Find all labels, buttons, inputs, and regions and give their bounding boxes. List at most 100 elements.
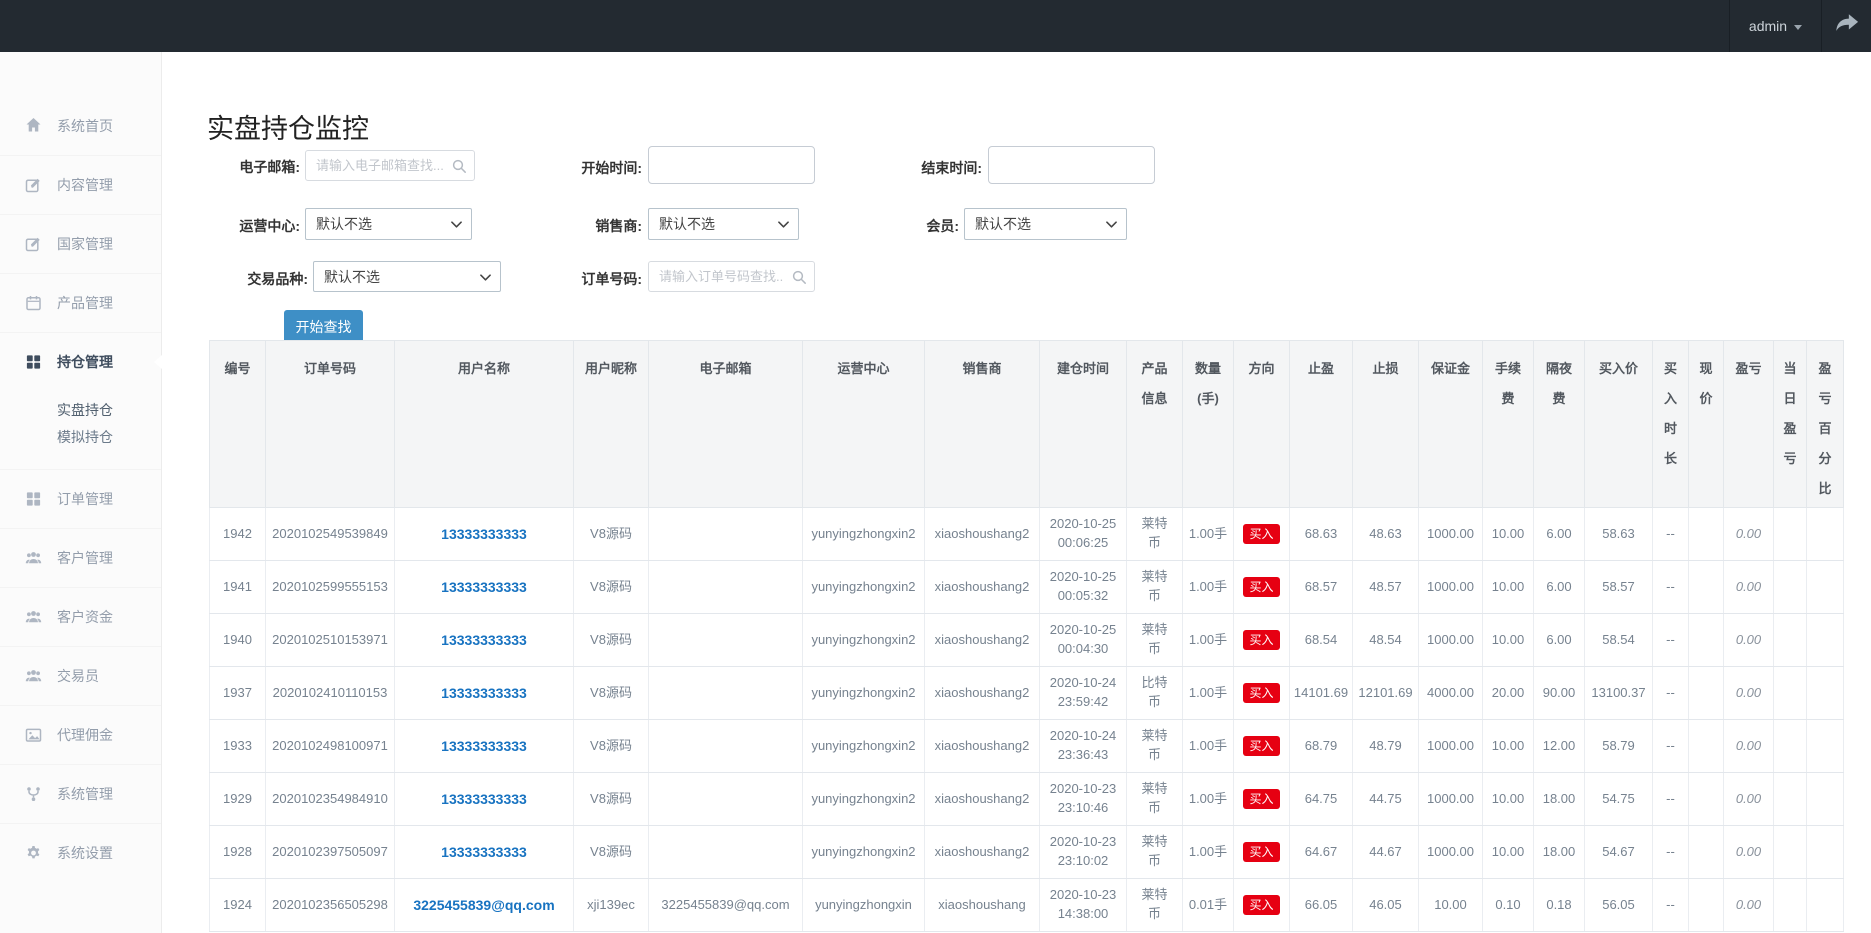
cell-seller: xiaoshoushang2 xyxy=(925,561,1040,614)
chevron-down-icon xyxy=(451,221,462,228)
cell-open_time: 2020-10-24 23:36:43 xyxy=(1040,720,1127,773)
sidebar-item-label: 订单管理 xyxy=(57,489,113,509)
cell-buy_price: 58.54 xyxy=(1585,614,1653,667)
column-header-buy_price: 买入价 xyxy=(1585,341,1653,508)
sidebar-item-label: 系统首页 xyxy=(57,116,113,136)
sidebar: 系统首页内容管理国家管理产品管理持仓管理实盘持仓模拟持仓订单管理客户管理客户资金… xyxy=(0,52,162,933)
username-link[interactable]: 13333333333 xyxy=(441,632,527,648)
cell-current_price xyxy=(1689,614,1724,667)
username-link[interactable]: 13333333333 xyxy=(441,738,527,754)
member-select[interactable]: 默认不选 xyxy=(964,208,1127,240)
cell-op_center: yunyingzhongxin2 xyxy=(803,667,925,720)
sidebar-item-calendar[interactable]: 产品管理 xyxy=(0,273,161,332)
sidebar-item-edit[interactable]: 内容管理 xyxy=(0,155,161,214)
cell-hold_duration: -- xyxy=(1653,561,1689,614)
cell-open_time: 2020-10-25 00:05:32 xyxy=(1040,561,1127,614)
sidebar-item-edit[interactable]: 国家管理 xyxy=(0,214,161,273)
cell-product: 莱特 币 xyxy=(1127,720,1183,773)
cell-username: 13333333333 xyxy=(395,667,574,720)
symbol-label: 交易品种: xyxy=(162,269,308,289)
user-menu[interactable]: admin xyxy=(1729,0,1822,52)
column-header-order_no: 订单号码 xyxy=(266,341,395,508)
seller-select[interactable]: 默认不选 xyxy=(648,208,799,240)
cell-profit_pct xyxy=(1807,773,1844,826)
username-link[interactable]: 13333333333 xyxy=(441,791,527,807)
cell-email xyxy=(649,614,803,667)
order-no-label: 订单号码: xyxy=(502,269,642,289)
end-time-input[interactable] xyxy=(989,147,1154,183)
op-center-label: 运营中心: xyxy=(162,216,300,236)
topbar-right: admin xyxy=(1729,0,1871,52)
cell-profit_pct xyxy=(1807,879,1844,932)
sidebar-item-home[interactable]: 系统首页 xyxy=(0,96,161,155)
direction-badge: 买入 xyxy=(1243,842,1279,862)
sidebar-item-gear[interactable]: 系统设置 xyxy=(0,823,161,882)
chevron-down-icon xyxy=(1106,221,1117,228)
username-link[interactable]: 13333333333 xyxy=(441,526,527,542)
order-no-input[interactable] xyxy=(648,261,815,292)
cell-take_profit: 68.54 xyxy=(1290,614,1353,667)
cell-fee: 10.00 xyxy=(1483,773,1534,826)
username-link[interactable]: 13333333333 xyxy=(441,844,527,860)
cell-overnight_fee: 0.18 xyxy=(1534,879,1585,932)
username-link[interactable]: 3225455839@qq.com xyxy=(413,897,554,913)
symbol-select[interactable]: 默认不选 xyxy=(313,261,501,292)
sidebar-item-users[interactable]: 交易员 xyxy=(0,646,161,705)
cell-nickname: V8源码 xyxy=(574,561,649,614)
search-button[interactable]: 开始查找 xyxy=(284,310,363,344)
username-link[interactable]: 13333333333 xyxy=(441,685,527,701)
cell-stop_loss: 48.54 xyxy=(1353,614,1419,667)
cell-margin: 10.00 xyxy=(1419,879,1483,932)
cell-current_price xyxy=(1689,773,1724,826)
sidebar-item-users[interactable]: 客户资金 xyxy=(0,587,161,646)
column-header-nickname: 用户昵称 xyxy=(574,341,649,508)
sidebar-item-branch[interactable]: 系统管理 xyxy=(0,764,161,823)
table-row: 1941202010259955515313333333333V8源码yunyi… xyxy=(210,561,1844,614)
cell-overnight_fee: 6.00 xyxy=(1534,614,1585,667)
sidebar-item-image[interactable]: 代理佣金 xyxy=(0,705,161,764)
cell-id: 1937 xyxy=(210,667,266,720)
sidebar-subitem[interactable]: 实盘持仓 xyxy=(57,397,161,424)
sidebar-item-grid[interactable]: 持仓管理 xyxy=(0,332,161,391)
column-header-fee: 手续 费 xyxy=(1483,341,1534,508)
share-arrow-icon xyxy=(1835,14,1859,38)
cell-fee: 10.00 xyxy=(1483,508,1534,561)
edit-icon xyxy=(25,236,44,253)
op-center-select[interactable]: 默认不选 xyxy=(305,208,472,240)
sidebar-item-label: 产品管理 xyxy=(57,293,113,313)
cell-take_profit: 68.63 xyxy=(1290,508,1353,561)
cell-hold_duration: -- xyxy=(1653,879,1689,932)
cell-qty: 1.00手 xyxy=(1183,614,1234,667)
cell-email xyxy=(649,720,803,773)
cell-overnight_fee: 6.00 xyxy=(1534,508,1585,561)
sidebar-item-users[interactable]: 客户管理 xyxy=(0,528,161,587)
cell-order_no: 2020102599555153 xyxy=(266,561,395,614)
username-link[interactable]: 13333333333 xyxy=(441,579,527,595)
cell-direction: 买入 xyxy=(1234,773,1290,826)
cell-overnight_fee: 12.00 xyxy=(1534,720,1585,773)
cell-open_time: 2020-10-24 23:59:42 xyxy=(1040,667,1127,720)
sidebar-subitem[interactable]: 模拟持仓 xyxy=(57,424,161,451)
cell-order_no: 2020102410110153 xyxy=(266,667,395,720)
cell-seller: xiaoshoushang2 xyxy=(925,720,1040,773)
cell-hold_duration: -- xyxy=(1653,720,1689,773)
column-header-open_time: 建仓时间 xyxy=(1040,341,1127,508)
logout-button[interactable] xyxy=(1822,0,1871,52)
direction-badge: 买入 xyxy=(1243,524,1279,544)
sidebar-item-grid[interactable]: 订单管理 xyxy=(0,469,161,528)
cell-id: 1928 xyxy=(210,826,266,879)
cell-id: 1942 xyxy=(210,508,266,561)
cell-open_time: 2020-10-25 00:06:25 xyxy=(1040,508,1127,561)
start-time-input[interactable] xyxy=(649,147,814,183)
cell-qty: 1.00手 xyxy=(1183,667,1234,720)
order-no-wrap xyxy=(648,261,815,292)
cell-current_price xyxy=(1689,561,1724,614)
cell-open_time: 2020-10-23 23:10:46 xyxy=(1040,773,1127,826)
active-notch xyxy=(154,355,162,369)
column-header-profit_pct: 盈 亏 百 分 比 xyxy=(1807,341,1844,508)
topbar: admin xyxy=(0,0,1871,52)
email-input[interactable] xyxy=(305,150,475,181)
branch-icon xyxy=(25,786,44,803)
cell-open_time: 2020-10-23 14:38:00 xyxy=(1040,879,1127,932)
cell-nickname: V8源码 xyxy=(574,826,649,879)
